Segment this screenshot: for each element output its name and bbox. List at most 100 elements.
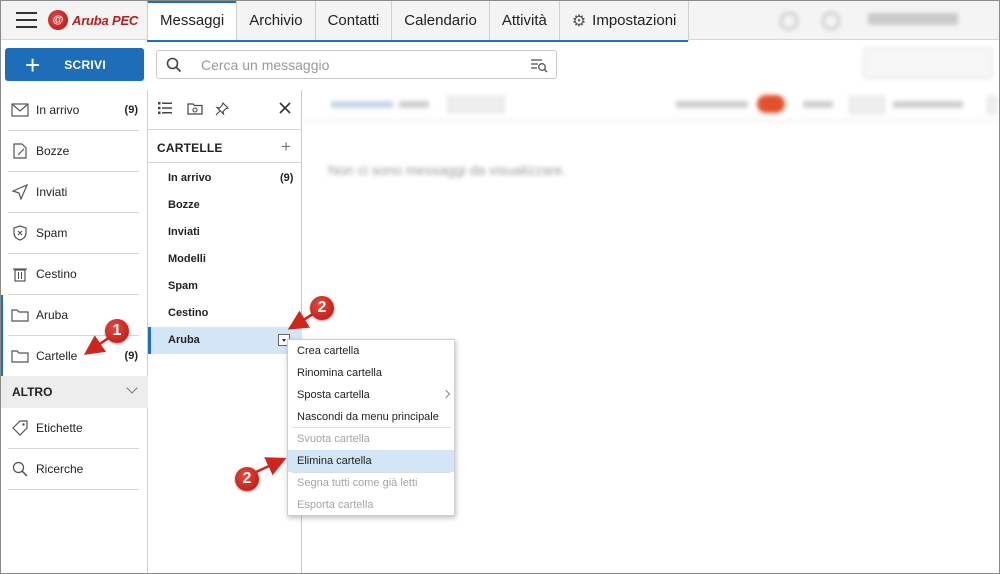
tab-impostazioni[interactable]: ⚙ Impostazioni	[558, 0, 690, 41]
message-list-toolbar-blurred	[303, 90, 1000, 121]
folder-item-label: Inviati	[168, 226, 200, 238]
annotation-badge-2: 2	[310, 296, 334, 320]
menu-item-esporta-cartella: Esporta cartella	[297, 499, 374, 511]
tab-calendario[interactable]: Calendario	[391, 0, 489, 41]
spam-icon	[13, 225, 27, 241]
folder-item-cestino[interactable]: Cestino	[168, 307, 208, 319]
unread-count: (9)	[280, 172, 294, 184]
search-input[interactable]	[201, 56, 501, 73]
draft-icon	[13, 143, 27, 159]
tab-impostazioni-label: Impostazioni	[592, 12, 677, 29]
view-selector[interactable]	[893, 101, 963, 108]
sidebar-item-label: Spam	[36, 226, 68, 240]
menu-item-segna-tutti-come-letti: Segna tutti come già letti	[297, 477, 418, 489]
user-account-menu[interactable]	[868, 13, 958, 25]
search-icon	[166, 57, 182, 72]
inbox-icon	[11, 103, 29, 117]
logo-text: Aruba PEC	[72, 12, 139, 28]
folder-item-label: Spam	[168, 280, 198, 292]
tab-messaggi[interactable]: Messaggi	[147, 0, 237, 41]
folders-heading: CARTELLE	[157, 141, 223, 155]
compose-button[interactable]: + SCRIVI	[5, 48, 144, 81]
close-icon[interactable]	[279, 102, 291, 114]
sidebar-item-spam[interactable]: Spam	[8, 213, 139, 254]
folder-item-label: In arrivo	[168, 172, 212, 184]
aruba-pec-logo[interactable]: @ Aruba PEC	[48, 9, 138, 31]
tab-attivita[interactable]: Attività	[488, 0, 559, 41]
notifications-icon[interactable]	[822, 12, 840, 30]
folder-icon	[11, 350, 29, 363]
sidebar-item-label: Bozze	[36, 144, 70, 158]
sidebar-item-label: Etichette	[36, 421, 83, 435]
pin-icon[interactable]	[215, 102, 229, 116]
sort-select[interactable]	[849, 96, 885, 114]
list-view-icon[interactable]	[158, 102, 172, 114]
folder-item-label: Aruba	[168, 334, 200, 346]
tab-underline	[147, 40, 688, 42]
unread-count: (9)	[124, 104, 138, 116]
sidebar-item-label: In arrivo	[36, 103, 80, 117]
main-tabs: Messaggi Archivio Contatti Calendario At…	[147, 0, 690, 41]
filter-label	[399, 101, 429, 108]
help-icon[interactable]	[780, 12, 798, 30]
sidebar-item-label: Inviati	[36, 185, 68, 199]
sort-label	[803, 101, 833, 108]
sidebar-item-label: Aruba	[36, 308, 69, 322]
sidebar-item-label: Ricerche	[36, 462, 84, 476]
conversation-toggle[interactable]	[757, 95, 785, 113]
top-bar: @ Aruba PEC Messaggi Archivio Contatti C…	[0, 0, 1000, 41]
plus-icon: +	[25, 49, 41, 80]
folders-panel: CARTELLE + In arrivo (9) Bozze Inviati M…	[148, 90, 302, 574]
chevron-right-icon	[441, 389, 451, 399]
folder-item-bozze[interactable]: Bozze	[168, 199, 200, 211]
menu-item-label: Sposta cartella	[297, 389, 370, 401]
annotation-badge-1: 1	[105, 319, 129, 343]
folder-item-in-arrivo[interactable]: In arrivo (9)	[168, 172, 293, 184]
new-folder-icon[interactable]	[187, 102, 203, 115]
tab-archivio[interactable]: Archivio	[236, 0, 315, 41]
folder-item-spam[interactable]: Spam	[168, 280, 198, 292]
hamburger-menu-icon[interactable]	[16, 12, 37, 28]
chevron-down-icon	[126, 382, 138, 394]
annotation-badge-2-delete: 2	[235, 467, 259, 491]
menu-item-rinomina-cartella[interactable]: Rinomina cartella	[288, 362, 454, 384]
menu-item-sposta-cartella[interactable]: Sposta cartella	[288, 384, 454, 406]
menu-item-svuota-cartella: Svuota cartella	[297, 433, 370, 445]
section-altro-toggle[interactable]: ALTRO	[0, 376, 148, 408]
filter-principale[interactable]	[331, 101, 393, 108]
sidebar-item-bozze[interactable]: Bozze	[8, 131, 139, 172]
tag-icon	[12, 420, 28, 436]
menu-item-nascondi-da-menu-principale[interactable]: Nascondi da menu principale	[288, 406, 454, 428]
search-icon	[12, 461, 28, 477]
menu-item-crea-cartella[interactable]: Crea cartella	[288, 340, 454, 362]
conversation-toggle-label	[676, 101, 748, 108]
folder-item-aruba-selected[interactable]: Aruba	[148, 327, 302, 354]
sidebar-item-ricerche[interactable]: Ricerche	[8, 449, 139, 490]
add-folder-button[interactable]: +	[281, 137, 291, 157]
divider	[148, 162, 302, 163]
sidebar-item-cestino[interactable]: Cestino	[8, 254, 139, 295]
sidebar-item-inviati[interactable]: Inviati	[8, 172, 139, 213]
compose-label: SCRIVI	[64, 57, 106, 72]
unread-count: (9)	[124, 350, 138, 362]
print-export-buttons-blurred[interactable]	[863, 48, 993, 79]
advanced-search-icon[interactable]	[530, 57, 548, 73]
folder-icon	[11, 309, 29, 322]
logo-mark-icon: @	[48, 10, 68, 30]
send-icon	[11, 184, 29, 200]
gear-icon: ⚙	[571, 12, 587, 30]
view-more[interactable]	[987, 96, 997, 114]
folder-item-inviati[interactable]: Inviati	[168, 226, 200, 238]
empty-state-text: Non ci sono messaggi da visualizzare.	[328, 162, 567, 178]
section-altro-label: ALTRO	[12, 385, 53, 399]
filter-select[interactable]	[447, 96, 505, 113]
menu-item-elimina-cartella[interactable]: Elimina cartella	[288, 450, 454, 472]
sidebar-item-etichette[interactable]: Etichette	[8, 408, 139, 449]
folders-toolbar	[148, 90, 302, 130]
tab-contatti[interactable]: Contatti	[314, 0, 392, 41]
folder-context-menu: Crea cartella Rinomina cartella Sposta c…	[287, 339, 455, 516]
folder-item-modelli[interactable]: Modelli	[168, 253, 206, 265]
sidebar-item-label: Cartelle	[36, 349, 78, 363]
sidebar-item-in-arrivo[interactable]: In arrivo (9)	[8, 90, 139, 131]
sidebar-item-label: Cestino	[36, 267, 77, 281]
